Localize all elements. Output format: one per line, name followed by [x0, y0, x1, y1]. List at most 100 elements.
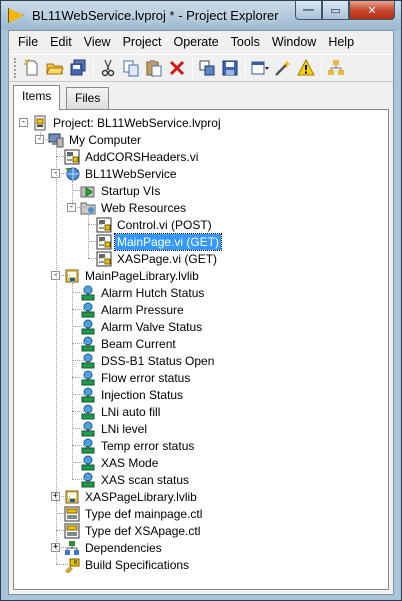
tab-items[interactable]: Items [13, 85, 61, 110]
tree-item-label: Build Specifications [85, 557, 190, 572]
view-options-button[interactable] [249, 57, 271, 79]
new-button[interactable] [21, 57, 43, 79]
tree-item[interactable]: Dependencies [64, 539, 164, 556]
wand-icon [275, 60, 291, 76]
tree-item-label: Dependencies [85, 540, 162, 555]
tree-item[interactable]: Temp error status [80, 437, 196, 454]
tree-item[interactable]: DSS-B1 Status Open [80, 352, 216, 369]
toolbar-separator [321, 58, 322, 78]
project-icon [32, 115, 48, 131]
tree-item-label: Flow error status [101, 370, 191, 385]
tree-connector [72, 360, 86, 361]
deploy-icon [199, 60, 215, 76]
tree-item[interactable]: Project: BL11WebService.lvproj [32, 114, 223, 131]
minimize-button[interactable]: — [295, 1, 322, 20]
tree-item-label: Type def mainpage.ctl [85, 506, 203, 521]
save-project-button[interactable] [219, 57, 241, 79]
menu-project[interactable]: Project [117, 31, 168, 53]
tree-item[interactable]: Startup VIs [80, 182, 162, 199]
tree-item[interactable]: Type def XSApage.ctl [64, 522, 202, 539]
copy-icon [123, 60, 139, 77]
tree-item[interactable]: Control.vi (POST) [96, 216, 214, 233]
tree-item[interactable]: Alarm Valve Status [80, 318, 204, 335]
tree-connector [72, 190, 86, 191]
tree-item-label: MainPageLibrary.lvlib [85, 268, 199, 283]
menu-edit[interactable]: Edit [44, 31, 78, 53]
maximize-button[interactable]: ▭ [322, 1, 349, 20]
tab-files[interactable]: Files [66, 87, 110, 110]
window-title: BL11WebService.lvproj * - Project Explor… [32, 8, 279, 23]
tree-item[interactable]: XAS Mode [80, 454, 160, 471]
project-tree[interactable]: Project: BL11WebService.lvproj - My Comput… [13, 109, 389, 590]
menu-window[interactable]: Window [266, 31, 322, 53]
tree-item[interactable]: XASPage.vi (GET) [96, 250, 219, 267]
tree-connector [56, 156, 70, 157]
tree-item-label: XASPage.vi (GET) [117, 251, 218, 266]
title-bar[interactable]: BL11WebService.lvproj * - Project Explor… [1, 1, 401, 30]
tree-connector [88, 241, 102, 242]
tree-item-label: LNi auto fill [101, 404, 161, 419]
toolbar [9, 54, 393, 82]
paste-button[interactable] [143, 57, 165, 79]
tree-item-label: AddCORSHeaders.vi [85, 149, 199, 164]
collapse-icon[interactable]: - [19, 118, 28, 127]
window-controls: — ▭ ✕ [295, 1, 395, 21]
delete-x-icon [169, 60, 185, 76]
tree-connector [72, 428, 86, 429]
tree-item-label: XAS Mode [101, 455, 159, 470]
tree-connector [72, 394, 86, 395]
delete-button[interactable] [166, 57, 188, 79]
hierarchy-button[interactable] [325, 57, 347, 79]
tree-connector [88, 258, 102, 259]
tree-item[interactable]: Beam Current [80, 335, 178, 352]
cut-button[interactable] [97, 57, 119, 79]
toolbar-separator [245, 58, 246, 78]
tree-connector [72, 479, 86, 480]
tree-connector [72, 377, 86, 378]
open-button[interactable] [44, 57, 66, 79]
tree-item[interactable]: Web Resources [80, 199, 188, 216]
warnings-button[interactable] [295, 57, 317, 79]
menu-help[interactable]: Help [322, 31, 360, 53]
tree-item[interactable]: MainPage.vi (GET) [96, 232, 223, 251]
tree-item-label: DSS-B1 Status Open [101, 353, 215, 368]
tree-item[interactable]: Type def mainpage.ctl [64, 505, 204, 522]
tree-item[interactable]: AddCORSHeaders.vi [64, 148, 200, 165]
tree-item[interactable]: LNi auto fill [80, 403, 162, 420]
copy-button[interactable] [120, 57, 142, 79]
project-tools-button[interactable] [272, 57, 294, 79]
toolbar-grip[interactable] [14, 58, 18, 78]
tree-item[interactable]: BL11WebService [64, 165, 179, 182]
tree-item-label: Temp error status [101, 438, 195, 453]
menu-operate[interactable]: Operate [167, 31, 224, 53]
tree-item-label: My Computer [69, 132, 142, 147]
close-button[interactable]: ✕ [349, 1, 395, 20]
tree-item-label: BL11WebService [85, 166, 177, 181]
tree-item-label: Alarm Valve Status [101, 319, 203, 334]
tree-connector [88, 224, 102, 225]
tree-connector [56, 513, 70, 514]
tree-connector [72, 292, 86, 293]
tree-item[interactable]: XAS scan status [80, 471, 191, 488]
menu-view[interactable]: View [78, 31, 117, 53]
tree-item[interactable]: Alarm Pressure [80, 301, 186, 318]
tree-item[interactable]: XASPageLibrary.lvlib [64, 488, 199, 505]
tree-connector [56, 530, 70, 531]
tree-connector [72, 181, 73, 207]
tree-item[interactable]: Flow error status [80, 369, 192, 386]
menu-tools[interactable]: Tools [225, 31, 266, 53]
tree-connector [72, 326, 86, 327]
tree-item-label: Beam Current [101, 336, 176, 351]
tree-item[interactable]: MainPageLibrary.lvlib [64, 267, 201, 284]
deploy-button[interactable] [196, 57, 218, 79]
save-project-icon [222, 60, 238, 76]
tree-item[interactable]: Build Specifications [64, 556, 191, 573]
tree-item[interactable]: LNi level [80, 420, 149, 437]
tree-item[interactable]: Alarm Hutch Status [80, 284, 206, 301]
save-all-button[interactable] [67, 57, 89, 79]
tree-item[interactable]: Injection Status [80, 386, 185, 403]
tree-connector [56, 147, 57, 564]
tree-item-label: XAS scan status [101, 472, 190, 487]
tree-item[interactable]: My Computer [48, 131, 143, 148]
menu-file[interactable]: File [12, 31, 44, 53]
